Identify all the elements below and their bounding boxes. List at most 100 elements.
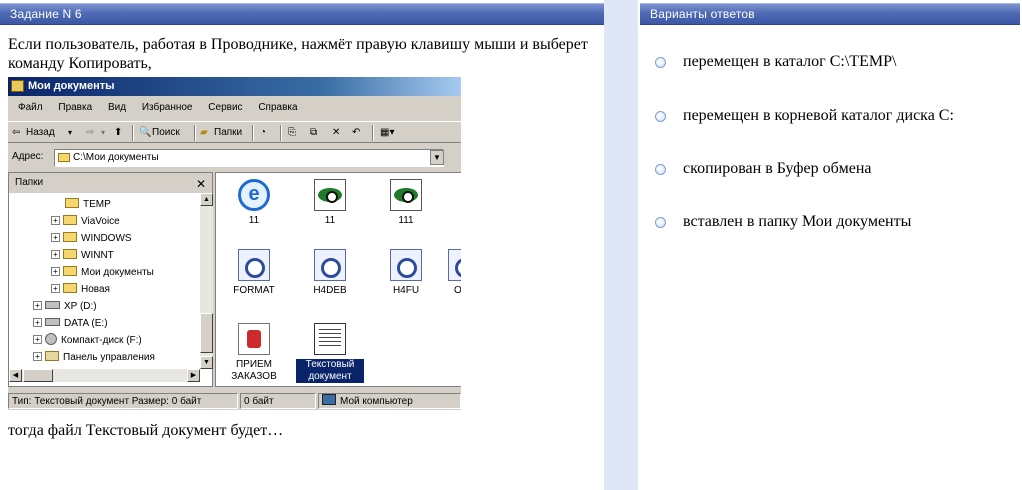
cd-drive-icon — [45, 333, 57, 345]
tree-item-label: Новая — [81, 284, 110, 295]
tree-item-temp: TEMP — [65, 197, 111, 213]
address-dropdown-icon: ▼ — [430, 150, 444, 165]
scroll-thumb — [200, 313, 213, 353]
explorer-menubar: Файл Правка Вид Избранное Сервис Справка — [8, 99, 461, 117]
scroll-right-icon: ▶ — [187, 369, 200, 382]
file-label: H4FU — [392, 285, 420, 296]
folder-icon — [63, 232, 77, 242]
expand-icon: + — [51, 216, 60, 225]
close-icon: ✕ — [195, 177, 206, 191]
expand-icon: + — [51, 267, 60, 276]
folder-icon — [58, 153, 70, 162]
question-outro-text: тогда файл Текстовый документ будет… — [8, 422, 284, 439]
scroll-down-icon: ▼ — [200, 356, 213, 369]
answer-option-label: скопирован в Буфер обмена — [683, 160, 872, 177]
tree-item-drive-d: + XP (D:) — [33, 299, 97, 315]
task-header-title: Задание N 6 — [10, 7, 82, 21]
menu-favorites: Избранное — [141, 102, 193, 113]
folder-icon — [63, 249, 77, 259]
toolbar-separator — [280, 125, 282, 141]
undo-icon: ↶ — [352, 127, 361, 138]
expand-icon: + — [51, 250, 60, 259]
tree-item-label: XP (D:) — [64, 301, 97, 312]
folder-icon — [63, 215, 77, 225]
file-label: ПРИЕМ ЗАКАЗОВ — [231, 359, 277, 382]
tree-item-drive-e: + DATA (E:) — [33, 316, 108, 332]
status-location: Мой компьютер — [340, 396, 413, 407]
file-label: Текстовый документ — [296, 359, 364, 383]
toolbar-separator — [372, 125, 374, 141]
folders-label: Папки — [214, 127, 243, 138]
word-document-icon — [448, 249, 461, 281]
word-document-icon — [390, 249, 422, 281]
scroll-left-icon: ◀ — [9, 369, 22, 382]
folder-icon — [11, 80, 24, 92]
tree-item-label: WINNT — [81, 250, 114, 261]
address-label: Адрес: — [12, 151, 44, 162]
tree-item-windows: + WINDOWS — [51, 231, 132, 247]
address-bar: Адрес: C:\Мои документы ▼ — [8, 147, 461, 169]
answers-header-title: Варианты ответов — [650, 7, 755, 21]
tree-item-label: ViaVoice — [81, 216, 120, 227]
tree-item-cd-drive: + Компакт-диск (F:) — [33, 333, 142, 349]
folders-icon: ▰ — [200, 127, 208, 138]
panel-divider — [604, 0, 638, 490]
expand-icon: + — [33, 318, 42, 327]
folders-horizontal-scrollbar: ◀ ▶ — [9, 369, 200, 382]
tree-item-label: DATA (E:) — [64, 318, 108, 329]
radio-button[interactable] — [655, 57, 666, 68]
radio-button[interactable] — [655, 217, 666, 228]
back-label: Назад — [26, 127, 55, 138]
tree-item-new: + Новая — [51, 282, 110, 298]
radio-button[interactable] — [655, 111, 666, 122]
file-label: FORMAT — [233, 285, 275, 296]
picture-file-icon — [314, 179, 346, 211]
task-header-bar: Задание N 6 — [0, 3, 604, 25]
status-location-cell: Мой компьютер — [318, 393, 461, 409]
tree-item-label: WINDOWS — [81, 233, 132, 244]
scroll-thumb — [23, 369, 53, 382]
menu-file: Файл — [18, 102, 43, 113]
toolbar-separator — [252, 125, 254, 141]
move-to-icon: ⎘ — [288, 127, 296, 138]
tree-item-label: Панель управления — [63, 352, 155, 363]
file-item-selected: Текстовый документ — [296, 323, 364, 383]
files-pane: e 11 11 111 FORMAT H4DEB H4FU O ПРИЕМ ЗА… — [215, 172, 461, 387]
question-intro-text: Если пользователь, работая в Проводнике,… — [8, 36, 588, 72]
file-label: 11 — [248, 215, 260, 226]
search-label: Поиск — [152, 127, 180, 138]
file-label: H4DEB — [313, 285, 347, 296]
file-item: H4FU — [376, 249, 436, 297]
expand-icon: + — [51, 284, 60, 293]
copy-to-icon: ⧉ — [310, 127, 318, 138]
toolbar-separator — [194, 125, 196, 141]
explorer-title: Мои документы — [28, 80, 115, 92]
forward-dropdown-icon: ▾ — [101, 128, 106, 137]
file-label: 11 — [324, 215, 336, 226]
address-field: C:\Мои документы — [54, 149, 444, 167]
drive-icon — [45, 318, 60, 326]
picture-file-icon — [390, 179, 422, 211]
computer-icon — [322, 394, 336, 405]
folders-pane: Папки ✕ TEMP + ViaVoice + WINDOWS + WINNT +… — [8, 172, 213, 387]
file-item: H4DEB — [300, 249, 360, 297]
explorer-toolbar: ⇦ Назад ▾ ⇨ ▾ ⬆ 🔍 Поиск ▰ Папки ◔ ⎘ ⧉ ✕ … — [8, 121, 461, 143]
file-item: O — [436, 249, 461, 297]
address-value: C:\Мои документы — [73, 152, 159, 163]
tree-item-control-panel: + Панель управления — [33, 350, 155, 366]
tree-item-label: TEMP — [83, 199, 111, 210]
file-item: FORMAT — [224, 249, 284, 297]
expand-icon: + — [33, 301, 42, 310]
status-size: 0 байт — [240, 393, 316, 409]
delete-icon: ✕ — [332, 127, 341, 138]
menu-edit: Правка — [58, 102, 93, 113]
folder-icon — [63, 283, 77, 293]
answer-option-label: перемещен в каталог C:\TEMP\ — [683, 53, 897, 70]
tree-item-winnt: + WINNT — [51, 248, 114, 264]
scroll-up-icon: ▲ — [200, 193, 213, 206]
menu-view: Вид — [107, 102, 127, 113]
answer-option-label: перемещен в корневой каталог диска С: — [683, 107, 954, 124]
status-info: Тип: Текстовый документ Размер: 0 байт — [8, 393, 238, 409]
file-item: ПРИЕМ ЗАКАЗОВ — [224, 323, 284, 383]
radio-button[interactable] — [655, 164, 666, 175]
